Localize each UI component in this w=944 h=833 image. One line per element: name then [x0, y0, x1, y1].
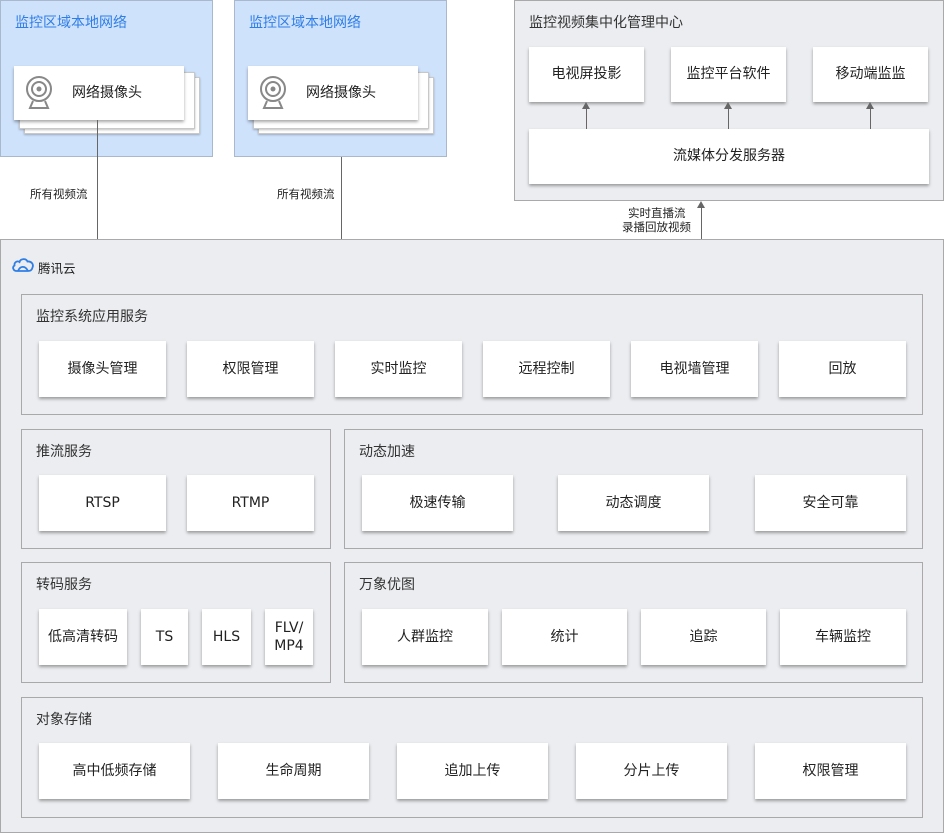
zone-title: 监控区域本地网络 — [15, 15, 127, 31]
transcode-hd-sd[interactable]: 低高清转码 — [39, 609, 127, 665]
protocol-rtsp[interactable]: RTSP — [39, 475, 166, 531]
arrow-head-icon — [582, 102, 590, 109]
tencent-cloud-brand: 腾讯云 — [38, 261, 76, 276]
format-flv-mp4[interactable]: FLV/ MP4 — [265, 609, 313, 665]
service-remote-control[interactable]: 远程控制 — [483, 341, 610, 397]
server-to-output-arrow — [586, 108, 587, 129]
format-ts[interactable]: TS — [141, 609, 188, 665]
stream-label-2: 所有视频流 — [277, 187, 335, 201]
network-camera-card[interactable]: 网络摄像头 — [14, 66, 184, 120]
tencent-cloud-logo-icon — [11, 256, 35, 274]
push-stream-title: 推流服务 — [36, 444, 92, 460]
storage-multipart-upload[interactable]: 分片上传 — [576, 743, 727, 799]
analysis-tracking[interactable]: 追踪 — [641, 609, 766, 665]
storage-permission-management[interactable]: 权限管理 — [755, 743, 906, 799]
server-to-output-arrow — [728, 108, 729, 129]
format-hls[interactable]: HLS — [202, 609, 251, 665]
app-services-title: 监控系统应用服务 — [36, 309, 148, 325]
camera-label: 网络摄像头 — [306, 84, 376, 101]
zone-title: 监控区域本地网络 — [249, 15, 361, 31]
arrow-head-icon — [724, 102, 732, 109]
service-permission-management[interactable]: 权限管理 — [187, 341, 314, 397]
storage-append-upload[interactable]: 追加上传 — [397, 743, 548, 799]
service-realtime-monitoring[interactable]: 实时监控 — [335, 341, 462, 397]
arrow-head-icon — [866, 102, 874, 109]
arrow-head-icon — [697, 201, 705, 208]
webcam-icon — [258, 75, 288, 111]
management-center-title: 监控视频集中化管理中心 — [529, 15, 683, 31]
transcode-title: 转码服务 — [36, 577, 92, 593]
object-storage-title: 对象存储 — [36, 712, 92, 728]
network-camera-card[interactable]: 网络摄像头 — [248, 66, 418, 120]
webcam-icon — [24, 75, 54, 111]
output-monitoring-software[interactable]: 监控平台软件 — [671, 47, 786, 102]
accel-fast-transfer[interactable]: 极速传输 — [362, 475, 513, 531]
analysis-statistics[interactable]: 统计 — [502, 609, 627, 665]
streaming-distribution-server[interactable]: 流媒体分发服务器 — [529, 129, 929, 184]
service-tv-wall-management[interactable]: 电视墙管理 — [631, 341, 758, 397]
storage-tiered[interactable]: 高中低频存储 — [39, 743, 190, 799]
service-camera-management[interactable]: 摄像头管理 — [39, 341, 166, 397]
stream-connector-1 — [97, 120, 98, 239]
analysis-crowd-monitoring[interactable]: 人群监控 — [362, 609, 488, 665]
dynamic-acceleration-title: 动态加速 — [359, 444, 415, 460]
server-to-output-arrow — [870, 108, 871, 129]
output-mobile-monitoring[interactable]: 移动端监监 — [813, 47, 928, 102]
analysis-vehicle-monitoring[interactable]: 车辆监控 — [780, 609, 906, 665]
output-tv-projection[interactable]: 电视屏投影 — [529, 47, 644, 102]
service-playback[interactable]: 回放 — [779, 341, 906, 397]
stream-label-1: 所有视频流 — [30, 187, 88, 201]
protocol-rtmp[interactable]: RTMP — [187, 475, 314, 531]
image-analysis-title: 万象优图 — [359, 577, 415, 593]
cloud-to-center-arrow — [701, 207, 702, 239]
camera-label: 网络摄像头 — [72, 84, 142, 101]
storage-lifecycle[interactable]: 生命周期 — [218, 743, 369, 799]
accel-dynamic-scheduling[interactable]: 动态调度 — [558, 475, 709, 531]
accel-secure-reliable[interactable]: 安全可靠 — [755, 475, 906, 531]
stream-connector-2 — [341, 157, 342, 239]
playback-video-label: 录播回放视频 — [622, 220, 691, 234]
